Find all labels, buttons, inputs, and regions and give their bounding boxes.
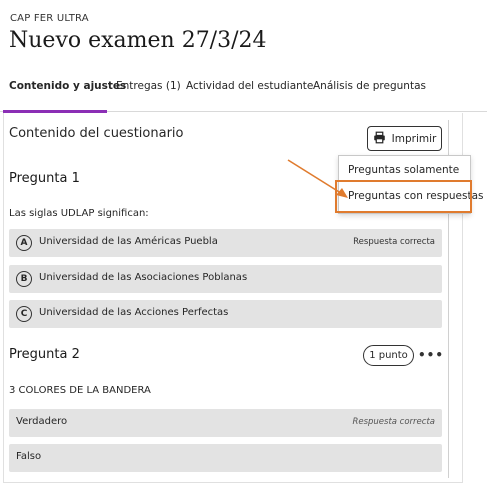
tab-bar: Contenido y ajustes Entregas (1) Activid…	[0, 75, 487, 113]
answer-option-c: C Universidad de las Acciones Perfectas	[9, 300, 442, 328]
print-button[interactable]: Imprimir	[367, 126, 442, 151]
correct-answer-label: Respuesta correcta	[353, 237, 435, 247]
answer-text: Universidad de las Acciones Perfectas	[39, 307, 229, 318]
answer-text: Universidad de las Asociaciones Poblanas	[39, 272, 248, 283]
printer-icon	[373, 131, 386, 147]
annotation-arrow-icon	[287, 159, 348, 198]
correct-answer-label: Respuesta correcta	[352, 417, 435, 427]
more-options-icon[interactable]: •••	[418, 347, 443, 363]
answer-text: Universidad de las Américas Puebla	[39, 236, 218, 247]
section-title: Contenido del cuestionario	[9, 126, 184, 141]
points-badge[interactable]: 1 punto	[363, 345, 414, 366]
option-letter-a: A	[16, 235, 32, 251]
question-2-text: 3 COLORES DE LA BANDERA	[9, 385, 151, 396]
tab-submissions[interactable]: Entregas (1)	[116, 79, 181, 113]
page-title: Nuevo examen 27/3/24	[9, 28, 267, 53]
tab-question-analysis[interactable]: Análisis de preguntas	[313, 79, 426, 113]
answer-option-false: Falso	[9, 444, 442, 472]
tab-student-activity[interactable]: Actividad del estudiante	[186, 79, 313, 113]
menu-item-questions-only[interactable]: Preguntas solamente	[348, 164, 459, 176]
option-letter-c: C	[16, 306, 32, 322]
answer-text: Verdadero	[16, 416, 68, 427]
answer-option-a: A Universidad de las Américas Puebla Res…	[9, 229, 442, 257]
option-letter-b: B	[16, 271, 32, 287]
question-1-text: Las siglas UDLAP significan:	[9, 208, 149, 219]
annotation-highlight-box	[335, 180, 472, 213]
print-label: Imprimir	[391, 132, 437, 145]
course-name: CAP FER ULTRA	[10, 13, 89, 24]
answer-option-true: Verdadero Respuesta correcta	[9, 409, 442, 437]
question-1-heading: Pregunta 1	[9, 171, 80, 186]
question-2-heading: Pregunta 2	[9, 347, 80, 362]
tab-content-settings[interactable]: Contenido y ajustes	[9, 79, 126, 113]
answer-text: Falso	[16, 451, 42, 462]
answer-option-b: B Universidad de las Asociaciones Poblan…	[9, 265, 442, 293]
